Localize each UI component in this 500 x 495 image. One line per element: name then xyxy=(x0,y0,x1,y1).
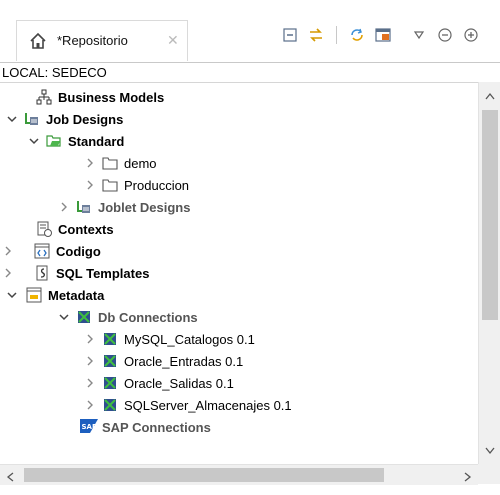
chevron-down-icon[interactable] xyxy=(6,113,18,125)
tree-item-label: Db Connections xyxy=(98,309,198,325)
svg-text:SAP: SAP xyxy=(82,423,98,431)
repository-location: LOCAL: SEDECO xyxy=(0,62,500,82)
db-connection-icon xyxy=(102,375,118,391)
chevron-down-icon[interactable] xyxy=(58,311,70,323)
repository-panel: *Repositorio ✕ LOCAL: SEDECO Business Mo… xyxy=(0,0,500,495)
refresh-icon[interactable] xyxy=(347,25,367,45)
chevron-right-icon[interactable] xyxy=(84,333,96,345)
chevron-right-icon[interactable] xyxy=(84,355,96,367)
code-icon xyxy=(34,243,50,259)
chevron-right-icon[interactable] xyxy=(84,157,96,169)
tree-item-job-designs[interactable]: Job Designs xyxy=(6,108,123,130)
metadata-icon xyxy=(26,287,42,303)
chevron-right-icon[interactable] xyxy=(2,245,14,257)
horizontal-scroll-thumb[interactable] xyxy=(24,468,384,482)
view-toolbar xyxy=(280,24,481,46)
vertical-scroll-thumb[interactable] xyxy=(482,110,498,320)
chevron-right-icon[interactable] xyxy=(2,267,14,279)
panel-header: *Repositorio ✕ xyxy=(0,0,500,62)
tree-item-oracle-entradas[interactable]: Oracle_Entradas 0.1 xyxy=(84,350,243,372)
tree-item-demo[interactable]: demo xyxy=(84,152,157,174)
tree-item-label: SAP Connections xyxy=(102,419,211,435)
tree-item-label: SQL Templates xyxy=(56,265,150,281)
scroll-left-icon[interactable] xyxy=(6,470,14,485)
tree-item-sap-connections[interactable]: SAP SAP Connections xyxy=(80,416,211,438)
contexts-icon xyxy=(36,221,52,237)
collapse-icon[interactable] xyxy=(280,25,300,45)
tree-item-db-connections[interactable]: Db Connections xyxy=(58,306,198,328)
minimize-icon[interactable] xyxy=(435,25,455,45)
scroll-right-icon[interactable] xyxy=(464,470,472,485)
tab-title: *Repositorio xyxy=(57,33,128,48)
tree-item-business-models[interactable]: Business Models xyxy=(36,86,164,108)
sql-templates-icon xyxy=(34,265,50,281)
scroll-down-icon[interactable] xyxy=(485,443,495,458)
tree-item-sql-templates[interactable]: SQL Templates xyxy=(5,262,150,284)
close-icon[interactable]: ✕ xyxy=(167,32,179,49)
tree-item-label: Job Designs xyxy=(46,111,124,127)
scroll-up-icon[interactable] xyxy=(485,88,495,103)
vertical-scrollbar[interactable] xyxy=(478,82,500,464)
toolbar-separator xyxy=(336,26,337,44)
sap-icon: SAP xyxy=(80,419,98,435)
db-connections-icon xyxy=(76,309,92,325)
tree-item-sqlserver-almacenajes[interactable]: SQLServer_Almacenajes 0.1 xyxy=(84,394,292,416)
tree-item-label: Oracle_Salidas 0.1 xyxy=(124,375,234,391)
tree-item-mysql-catalogos[interactable]: MySQL_Catalogos 0.1 xyxy=(84,328,255,350)
tree-item-contexts[interactable]: Contexts xyxy=(36,218,114,240)
tree-item-label: Joblet Designs xyxy=(98,199,191,215)
tree-item-label: Metadata xyxy=(48,287,105,303)
tree-item-oracle-salidas[interactable]: Oracle_Salidas 0.1 xyxy=(84,372,234,394)
tree-item-label: Codigo xyxy=(56,243,101,259)
tree-item-label: MySQL_Catalogos 0.1 xyxy=(124,331,255,347)
tree-item-label: Contexts xyxy=(58,221,114,237)
tree-item-joblet-designs[interactable]: Joblet Designs xyxy=(58,196,190,218)
tree-item-codigo[interactable]: Codigo xyxy=(5,240,101,262)
repository-tree: Business Models Job Designs Standard dem… xyxy=(0,82,478,465)
sync-icon[interactable] xyxy=(306,25,326,45)
folder-icon xyxy=(102,155,118,171)
tree-item-label: Standard xyxy=(68,133,125,149)
tree-item-standard[interactable]: Standard xyxy=(28,130,124,152)
folder-icon xyxy=(102,177,118,193)
tree-item-produccion[interactable]: Produccion xyxy=(84,174,189,196)
maximize-icon[interactable] xyxy=(461,25,481,45)
scrollbar-corner xyxy=(478,464,500,484)
tree-item-metadata[interactable]: Metadata xyxy=(6,284,104,306)
chevron-right-icon[interactable] xyxy=(84,377,96,389)
chevron-down-icon[interactable] xyxy=(28,135,40,147)
horizontal-scrollbar[interactable] xyxy=(0,464,478,485)
tree-item-label: Business Models xyxy=(58,89,165,105)
job-designs-icon xyxy=(24,111,40,127)
chevron-right-icon[interactable] xyxy=(84,399,96,411)
db-connection-icon xyxy=(102,353,118,369)
chevron-right-icon[interactable] xyxy=(58,201,70,213)
home-icon xyxy=(29,32,47,50)
chevron-down-icon[interactable] xyxy=(6,289,18,301)
tree-item-label: demo xyxy=(124,155,157,171)
business-model-icon xyxy=(36,89,52,105)
view-menu-icon[interactable] xyxy=(409,25,429,45)
chevron-right-icon[interactable] xyxy=(84,179,96,191)
joblet-designs-icon xyxy=(76,199,92,215)
filter-icon[interactable] xyxy=(373,25,393,45)
tree-item-label: SQLServer_Almacenajes 0.1 xyxy=(124,397,292,413)
tree-item-label: Produccion xyxy=(124,177,190,193)
folder-open-icon xyxy=(46,133,62,149)
tab-repositorio[interactable]: *Repositorio ✕ xyxy=(16,20,188,61)
db-connection-icon xyxy=(102,397,118,413)
tree-item-label: Oracle_Entradas 0.1 xyxy=(124,353,244,369)
db-connection-icon xyxy=(102,331,118,347)
